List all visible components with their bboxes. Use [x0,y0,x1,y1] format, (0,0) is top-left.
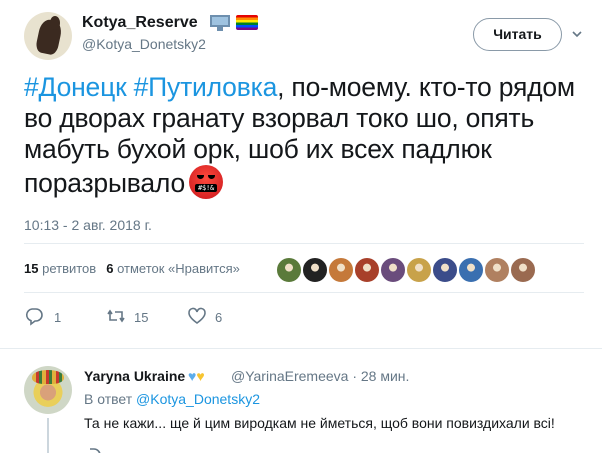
liker-avatar[interactable] [458,257,484,283]
tweet-card: Kotya_Reserve @Kotya_Donetsky2 Читать #Д… [0,0,602,453]
liker-avatar[interactable] [432,257,458,283]
retweet-count: 15 [134,310,149,325]
reply-author-handle[interactable]: @YarinaEremeeva · 28 мин. [231,368,409,384]
tweet-stats: 15 ретвитов 6 отметок «Нравится» [24,261,240,276]
hashtag-link[interactable]: #Донецк [24,72,127,102]
liker-avatar[interactable] [328,257,354,283]
like-count: 6 [215,310,223,325]
reply-author-avatar[interactable] [24,366,72,414]
liker-avatar[interactable] [354,257,380,283]
divider [0,348,602,349]
follow-button[interactable]: Читать [473,18,562,51]
divider [24,243,584,244]
tweet-timestamp[interactable]: 10:13 - 2 авг. 2018 г. [24,217,152,233]
author-display-name[interactable]: Kotya_Reserve [82,14,198,32]
tweet-text: #Донецк #Путиловка, по-моему. кто-то ряд… [24,72,584,199]
likes-stat[interactable]: 6 отметок «Нравится» [106,261,240,276]
author-handle[interactable]: @Kotya_Donetsky2 [82,36,206,52]
thread-line [47,418,49,453]
author-avatar[interactable] [24,12,72,60]
liker-avatar[interactable] [276,257,302,283]
liker-avatar[interactable] [510,257,536,283]
reply-to-line: В ответ @Kotya_Donetsky2 [84,391,260,407]
monitor-icon [210,15,230,31]
chevron-down-icon[interactable] [570,27,584,41]
liker-avatar[interactable] [484,257,510,283]
reply-text: Та не кажи... ще й цим виродкам не йметь… [84,415,555,431]
reply-to-link[interactable]: @Kotya_Donetsky2 [136,391,260,407]
reply-count: 1 [54,310,62,325]
reply-icon [25,308,43,326]
yellow-heart-icon: ♥ [196,368,205,384]
reply-author-badges: ♥♥ [188,368,205,384]
rainbow-flag-icon [236,15,258,30]
heart-icon [188,307,206,324]
reply-icon[interactable] [84,446,114,453]
divider [24,292,584,293]
hashtag-link[interactable]: #Путиловка [134,72,278,102]
liker-avatar[interactable] [406,257,432,283]
liker-avatar[interactable] [302,257,328,283]
face-with-symbols-on-mouth-icon: #$!& [189,165,224,199]
retweet-icon [107,309,125,323]
liker-avatar[interactable] [380,257,406,283]
reply-author-name[interactable]: Yaryna Ukraine [84,368,185,384]
retweets-stat[interactable]: 15 ретвитов [24,261,96,276]
